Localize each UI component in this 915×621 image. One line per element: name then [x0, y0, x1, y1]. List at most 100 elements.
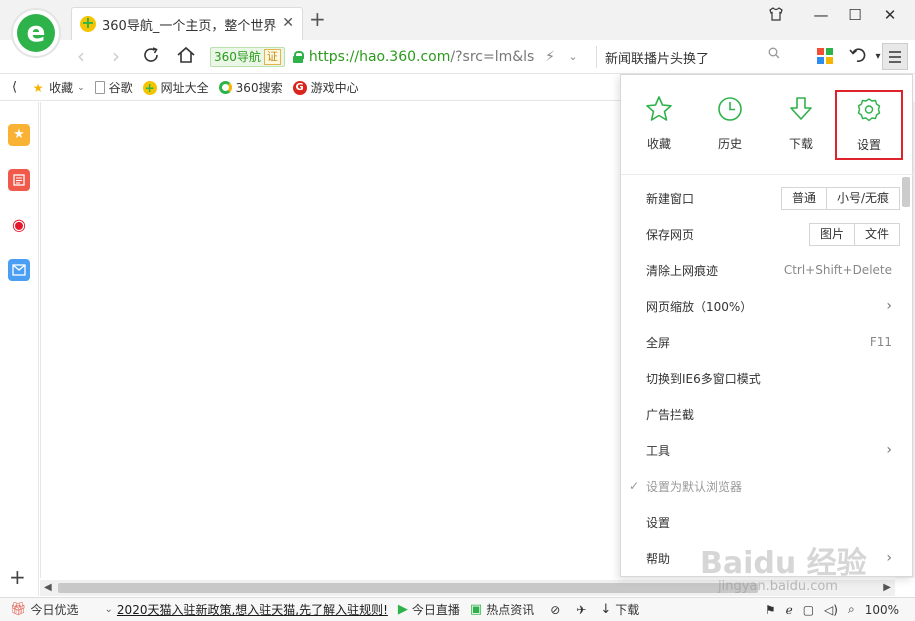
cert-label: 360导航 — [214, 50, 261, 64]
ie-icon[interactable]: ℯ — [786, 603, 793, 617]
menu-item-tools[interactable]: 工具 › — [621, 432, 914, 468]
save-as-file-button[interactable]: 文件 — [853, 223, 899, 245]
menu-item-clear-history[interactable]: 清除上网痕迹 Ctrl+Shift+Delete — [621, 252, 914, 288]
bookmark-game-center[interactable]: G 游戏中心 — [292, 79, 359, 96]
refresh-button[interactable] — [139, 45, 163, 70]
close-window-button[interactable]: ✕ — [878, 6, 902, 24]
tab-close-icon[interactable]: ✕ — [282, 15, 294, 31]
news-icon[interactable] — [8, 169, 30, 191]
chevron-right-icon: › — [886, 442, 892, 458]
bookmark-google[interactable]: 谷歌 — [94, 79, 133, 96]
menu-item-label: 工具 — [646, 443, 671, 458]
bookmark-label: 游戏中心 — [310, 81, 359, 95]
quick-action-label: 收藏 — [646, 137, 671, 151]
lightning-icon[interactable]: ⚡ — [538, 45, 562, 69]
side-panel: ★ ◉ + — [0, 102, 39, 596]
menu-quick-actions: 收藏 历史 下载 设置 — [621, 75, 914, 175]
apps-grid-icon[interactable] — [817, 48, 833, 64]
menu-button[interactable] — [882, 43, 908, 70]
new-incognito-window-button[interactable]: 小号/无痕 — [825, 187, 899, 209]
skin-icon[interactable] — [764, 6, 788, 26]
quick-history-button[interactable]: 历史 — [698, 91, 762, 161]
hot-news-button[interactable]: ▣ 热点资讯 — [470, 601, 534, 618]
search-icon[interactable] — [768, 47, 780, 63]
quick-favorites-button[interactable]: 收藏 — [627, 91, 691, 161]
minimize-button[interactable]: — — [809, 6, 833, 24]
browser-logo[interactable]: e — [11, 8, 61, 58]
daily-picks-label: 今日优选 — [30, 603, 79, 617]
chevron-down-icon: ⌄ — [77, 82, 85, 93]
zoom-search-icon[interactable]: ⌕ — [848, 602, 855, 617]
menu-item-label: 帮助 — [646, 551, 671, 566]
content-divider — [40, 102, 41, 578]
bookmark-360-search[interactable]: 360搜索 — [218, 79, 283, 96]
add-sidebar-item-button[interactable]: + — [9, 565, 26, 589]
undo-icon — [849, 48, 866, 62]
menu-item-label: 清除上网痕迹 — [646, 263, 719, 278]
cert-badge[interactable]: 360导航 证 — [210, 47, 285, 67]
daily-picks-button[interactable]: 🎁︎ 今日优选 — [10, 601, 79, 618]
menu-item-ie6-mode[interactable]: 切换到IE6多窗口模式 — [621, 360, 914, 396]
menu-item-label: 保存网页 — [646, 227, 695, 242]
tab-active[interactable]: 360导航_一个主页，整个世界 ✕ — [71, 7, 303, 40]
pin-icon[interactable]: ✈︎ — [576, 603, 586, 617]
horizontal-scrollbar-thumb[interactable] — [58, 583, 758, 593]
menu-item-settings[interactable]: 设置 — [621, 504, 914, 540]
download-status-button[interactable]: ↓ 下载 — [600, 601, 639, 618]
mail-icon[interactable] — [8, 259, 30, 281]
new-normal-window-button[interactable]: 普通 — [782, 188, 826, 209]
watermark-url: jingyan.baidu.com — [718, 579, 838, 594]
360-browser-icon: e — [17, 14, 55, 52]
news-link[interactable]: 2020天猫入驻新政策,想入驻天猫,先了解入驻规则! — [117, 601, 388, 618]
live-button[interactable]: ▶ 今日直播 — [398, 601, 460, 618]
menu-item-label: 切换到IE6多窗口模式 — [646, 371, 761, 386]
back-button[interactable]: ‹ — [69, 44, 93, 68]
save-page-options: 图片 文件 — [808, 222, 900, 246]
menu-scrollbar-thumb[interactable] — [902, 177, 910, 207]
scroll-right-icon[interactable]: ▶ — [883, 580, 891, 596]
star-icon — [627, 91, 691, 127]
scroll-left-icon[interactable]: ◀ — [44, 580, 52, 596]
news-ticker[interactable]: ⌄ 2020天猫入驻新政策,想入驻天猫,先了解入驻规则! — [105, 601, 388, 618]
gift-icon: 🎁︎ — [10, 601, 27, 617]
volume-icon[interactable]: ◁) — [824, 603, 838, 617]
window-icon[interactable]: ▢ — [803, 603, 814, 617]
menu-shortcut: F11 — [869, 335, 892, 349]
lock-icon — [292, 51, 304, 63]
hamburger-menu-icon — [889, 50, 901, 63]
download-label: 下载 — [615, 603, 640, 617]
menu-item-save-page: 保存网页 图片 文件 — [621, 216, 914, 252]
home-button[interactable] — [174, 45, 198, 70]
quick-settings-button[interactable]: 设置 — [835, 90, 903, 160]
favorites-star-icon[interactable]: ★ — [8, 124, 30, 146]
quick-download-button[interactable]: 下载 — [769, 91, 833, 161]
zoom-level[interactable]: 100% — [865, 603, 899, 617]
address-bar[interactable]: 360导航 证 https://hao.360.com/?src=lm&ls — [210, 44, 585, 70]
menu-item-zoom[interactable]: 网页缩放（100%） › — [621, 288, 914, 324]
search-input[interactable]: 新闻联播片头换了 — [596, 46, 792, 68]
flag-icon[interactable]: ⚑ — [765, 603, 776, 617]
menu-item-label: 设置为默认浏览器 — [646, 479, 743, 494]
nav-bar: ‹ › 360导航 证 https://hao.360.com/?src=lm&… — [0, 40, 915, 74]
menu-item-new-window: 新建窗口 普通 小号/无痕 — [621, 180, 914, 216]
hot-news-label: 热点资讯 — [486, 603, 535, 617]
download-arrow-icon: ↓ — [600, 601, 612, 617]
bookmark-360-nav[interactable]: + 网址大全 — [142, 79, 209, 96]
bookmark-label: 谷歌 — [108, 81, 133, 95]
sidebar-toggle-icon[interactable]: ⟨ — [12, 80, 17, 95]
menu-item-fullscreen[interactable]: 全屏 F11 — [621, 324, 914, 360]
forward-button[interactable]: › — [104, 44, 128, 68]
save-as-image-button[interactable]: 图片 — [810, 224, 854, 245]
menu-item-label: 网页缩放（100%） — [646, 299, 753, 314]
title-bar: 360导航_一个主页，整个世界 ✕ + — ☐ ✕ — [0, 0, 915, 40]
speedup-icon[interactable]: ⊘ — [550, 603, 560, 617]
chevron-down-icon[interactable]: ⌄ — [561, 45, 585, 69]
new-tab-button[interactable]: + — [309, 9, 326, 29]
maximize-button[interactable]: ☐ — [843, 6, 867, 24]
menu-item-adblock[interactable]: 广告拦截 — [621, 396, 914, 432]
url-text[interactable]: https://hao.360.com/?src=lm&ls — [309, 49, 534, 65]
bookmark-favorites[interactable]: ★ 收藏 ⌄ — [31, 79, 85, 96]
url-host: https://hao.360.com — [308, 49, 451, 65]
weibo-icon[interactable]: ◉ — [8, 214, 30, 236]
game-icon: G — [292, 80, 307, 95]
